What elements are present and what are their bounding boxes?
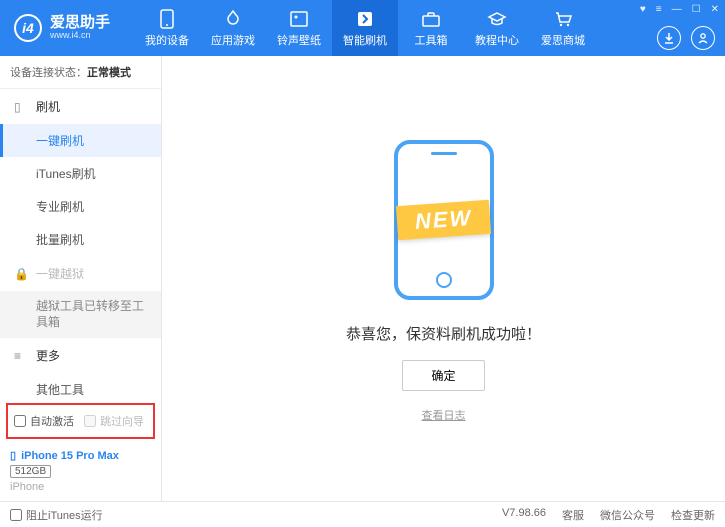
phone-small-icon: ▯ [14, 100, 28, 114]
minimize-button[interactable]: — [672, 4, 682, 15]
footer-update[interactable]: 检查更新 [671, 507, 715, 523]
nav-toolbox[interactable]: 工具箱 [398, 0, 464, 56]
sidebar-item-oneclick-flash[interactable]: 一键刷机 [0, 124, 161, 157]
footer: 阻止iTunes运行 V7.98.66 客服 微信公众号 检查更新 [0, 501, 725, 527]
device-name[interactable]: ▯ iPhone 15 Pro Max [10, 449, 151, 462]
download-button[interactable] [657, 26, 681, 50]
sidebar-item-batch-flash[interactable]: 批量刷机 [0, 223, 161, 256]
success-message: 恭喜您，保资料刷机成功啦！ [346, 323, 541, 344]
nav-my-device[interactable]: 我的设备 [134, 0, 200, 56]
toolbox-icon [421, 9, 441, 29]
flash-icon [355, 9, 375, 29]
phone-icon [157, 9, 177, 29]
nav-tutorials[interactable]: 教程中心 [464, 0, 530, 56]
ok-button[interactable]: 确定 [402, 360, 484, 391]
footer-wechat[interactable]: 微信公众号 [600, 507, 655, 523]
skip-guide-checkbox[interactable]: 跳过向导 [84, 413, 144, 429]
cart-icon [553, 9, 573, 29]
app-title: 爱思助手 [50, 15, 110, 32]
jailbreak-note: 越狱工具已转移至工具箱 [0, 291, 161, 338]
graduation-icon [487, 9, 507, 29]
apps-icon [223, 9, 243, 29]
sidebar-item-itunes-flash[interactable]: iTunes刷机 [0, 157, 161, 190]
new-ribbon: NEW [396, 199, 491, 239]
settings-icon[interactable]: ≡ [656, 4, 662, 15]
more-icon: ≡ [14, 349, 28, 363]
connection-status: 设备连接状态：正常模式 [0, 56, 161, 89]
close-button[interactable]: ✕ [711, 4, 719, 15]
device-info: ▯ iPhone 15 Pro Max 512GB iPhone [0, 443, 161, 501]
logo-icon: i4 [14, 14, 42, 42]
window-controls: ♥ ≡ — ☐ ✕ [640, 4, 719, 15]
sidebar: 设备连接状态：正常模式 ▯ 刷机 一键刷机 iTunes刷机 专业刷机 批量刷机… [0, 56, 162, 501]
success-illustration: NEW [344, 135, 544, 305]
lock-icon: 🔒 [14, 267, 28, 281]
view-log-link[interactable]: 查看日志 [422, 407, 466, 423]
image-icon [289, 9, 309, 29]
nav-ringtones[interactable]: 铃声壁纸 [266, 0, 332, 56]
device-storage: 512GB [10, 465, 51, 478]
top-nav: 我的设备 应用游戏 铃声壁纸 智能刷机 工具箱 教程中心 爱思商城 [134, 0, 596, 56]
app-header: i4 爱思助手 www.i4.cn 我的设备 应用游戏 铃声壁纸 智能刷机 工具… [0, 0, 725, 56]
sidebar-item-other-tools[interactable]: 其他工具 [0, 373, 161, 399]
group-flash[interactable]: ▯ 刷机 [0, 89, 161, 124]
nav-apps[interactable]: 应用游戏 [200, 0, 266, 56]
group-jailbreak[interactable]: 🔒 一键越狱 [0, 256, 161, 291]
app-url: www.i4.cn [50, 31, 110, 41]
nav-store[interactable]: 爱思商城 [530, 0, 596, 56]
logo-area: i4 爱思助手 www.i4.cn [0, 14, 124, 42]
nav-flash[interactable]: 智能刷机 [332, 0, 398, 56]
main-content: NEW 恭喜您，保资料刷机成功啦！ 确定 查看日志 [162, 56, 725, 501]
group-more[interactable]: ≡ 更多 [0, 338, 161, 373]
block-itunes-checkbox[interactable]: 阻止iTunes运行 [10, 507, 103, 523]
options-highlight-box: 自动激活 跳过向导 [6, 403, 155, 439]
auto-activate-checkbox[interactable]: 自动激活 [14, 413, 74, 429]
version-label: V7.98.66 [502, 507, 546, 523]
maximize-button[interactable]: ☐ [692, 4, 701, 15]
sidebar-item-pro-flash[interactable]: 专业刷机 [0, 190, 161, 223]
user-button[interactable] [691, 26, 715, 50]
device-icon: ▯ [10, 449, 16, 462]
device-type: iPhone [10, 481, 151, 493]
footer-support[interactable]: 客服 [562, 507, 584, 523]
menu-icon[interactable]: ♥ [640, 4, 646, 15]
